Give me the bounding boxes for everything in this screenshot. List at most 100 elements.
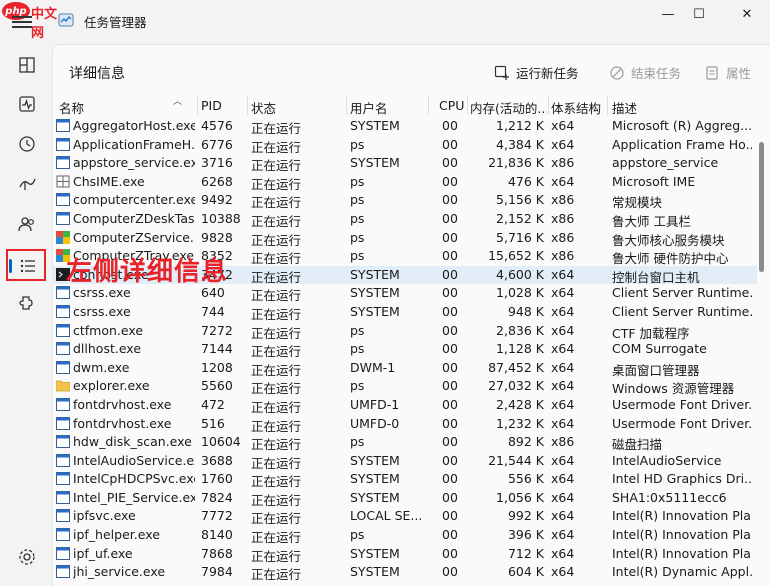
- column-name[interactable]: 名称: [59, 98, 84, 117]
- table-row[interactable]: IntelAudioService.exe 3688 正在运行 SYSTEM 00 21,…: [52, 452, 757, 471]
- cell-cpu: 00: [442, 136, 458, 152]
- cell-mem: 4,384 K: [496, 136, 544, 152]
- scrollbar-thumb[interactable]: [759, 142, 764, 272]
- column-arch[interactable]: 体系结构: [551, 98, 601, 117]
- cell-mem: 2,152 K: [496, 210, 544, 226]
- cell-mem: 948 K: [507, 303, 544, 319]
- cell-desc: 控制台窗口主机: [612, 269, 700, 285]
- table-row[interactable]: fontdrvhost.exe 516 正在运行 UMFD-0 00 1,232 K x64…: [52, 415, 757, 434]
- cell-status: 正在运行: [251, 548, 302, 564]
- cell-mem: 2,836 K: [496, 322, 544, 338]
- table-row[interactable]: jhi_service.exe 7984 正在运行 SYSTEM 00 604 K x64 I…: [52, 563, 757, 582]
- cell-cpu: 00: [442, 415, 458, 431]
- table-row[interactable]: csrss.exe 744 正在运行 SYSTEM 00 948 K x64 Client S…: [52, 303, 757, 322]
- cell-cpu: 00: [442, 527, 458, 543]
- table-row[interactable]: IntelCpHDCPSvc.exe 1760 正在运行 SYSTEM 00 556 K x…: [52, 470, 757, 489]
- cell-cpu: 00: [442, 396, 458, 412]
- column-pid[interactable]: PID: [201, 98, 222, 113]
- cell-user: ps: [350, 229, 365, 245]
- table-row[interactable]: ipf_uf.exe 7868 正在运行 SYSTEM 00 712 K x64 Intel(…: [52, 545, 757, 564]
- cell-desc: Client Server Runtime...: [612, 285, 752, 301]
- table-row[interactable]: fontdrvhost.exe 472 正在运行 UMFD-1 00 2,428 K x64…: [52, 396, 757, 415]
- column-desc[interactable]: 描述: [612, 98, 637, 117]
- column-divider[interactable]: [607, 96, 608, 115]
- table-row[interactable]: ComputerZDeskTas... 10388 正在运行 ps 00 2,152 K x…: [52, 210, 757, 229]
- close-button[interactable]: ✕: [734, 6, 760, 24]
- cell-desc: Intel(R) Dynamic Appl...: [612, 564, 752, 580]
- users-icon[interactable]: [16, 213, 38, 235]
- cell-pid: 5560: [201, 378, 233, 394]
- cell-arch: x64: [551, 489, 575, 505]
- table-row[interactable]: explorer.exe 5560 正在运行 ps 00 27,032 K x64 Windo…: [52, 377, 757, 396]
- end-task-button[interactable]: 结束任务: [609, 63, 681, 82]
- column-divider[interactable]: [428, 96, 429, 115]
- processes-icon[interactable]: [16, 54, 38, 76]
- cell-user: SYSTEM: [350, 285, 400, 301]
- startup-apps-icon[interactable]: [16, 173, 38, 195]
- table-row[interactable]: Intel_PIE_Service.exe 7824 正在运行 SYSTEM 00 1,0…: [52, 489, 757, 508]
- cell-cpu: 00: [442, 452, 458, 468]
- cell-pid: 516: [201, 415, 225, 431]
- column-divider[interactable]: [548, 96, 549, 115]
- watermark-logo: php 中文网: [2, 2, 62, 41]
- cell-desc: Application Frame Ho...: [612, 136, 752, 152]
- table-row[interactable]: ipfsvc.exe 7772 正在运行 LOCAL SE... 00 992 K x64 I…: [52, 507, 757, 526]
- cell-desc: Intel HD Graphics Dri...: [612, 471, 752, 487]
- table-row[interactable]: computercenter.exe 9492 正在运行 ps 00 5,156 K x86…: [52, 191, 757, 210]
- table-row[interactable]: ChsIME.exe 6268 正在运行 ps 00 476 K x64 Microsoft …: [52, 173, 757, 192]
- cell-pid: 7984: [201, 564, 233, 580]
- column-status[interactable]: 状态: [251, 98, 276, 117]
- table-row[interactable]: ApplicationFrameH... 6776 正在运行 ps 00 4,384 K x…: [52, 136, 757, 155]
- cell-cpu: 00: [442, 359, 458, 375]
- cell-arch: x64: [551, 266, 575, 282]
- cell-desc: SHA1:0x5111ecc6: [612, 489, 727, 505]
- cell-mem: 87,452 K: [488, 359, 544, 375]
- column-divider[interactable]: [467, 96, 468, 115]
- minimize-button[interactable]: —: [655, 6, 681, 24]
- hamburger-menu-icon[interactable]: [12, 16, 32, 30]
- cell-name: csrss.exe: [73, 303, 131, 319]
- maximize-button[interactable]: ☐: [686, 6, 712, 24]
- process-window-icon: [56, 472, 70, 486]
- cell-cpu: 00: [442, 322, 458, 338]
- table-row[interactable]: ipf_helper.exe 8140 正在运行 ps 00 396 K x64 Intel(…: [52, 526, 757, 545]
- cell-status: 正在运行: [251, 418, 302, 434]
- cell-user: ps: [350, 248, 365, 264]
- column-memory[interactable]: 内存(活动的...: [470, 98, 547, 117]
- process-window-icon: [56, 453, 70, 467]
- vertical-scrollbar[interactable]: [757, 96, 767, 581]
- table-row[interactable]: dwm.exe 1208 正在运行 DWM-1 00 87,452 K x64 桌面窗口管理器: [52, 359, 757, 378]
- cell-mem: 712 K: [507, 545, 544, 561]
- column-user[interactable]: 用户名: [350, 98, 388, 117]
- column-divider[interactable]: [197, 96, 198, 115]
- table-row[interactable]: AggregatorHost.exe 4576 正在运行 SYSTEM 00 1,212 …: [52, 117, 757, 136]
- column-divider[interactable]: [247, 96, 248, 115]
- cell-user: SYSTEM: [350, 266, 400, 282]
- services-icon[interactable]: [16, 292, 38, 314]
- column-divider[interactable]: [346, 96, 347, 115]
- details-nav-highlight[interactable]: [6, 249, 46, 281]
- table-row[interactable]: dllhost.exe 7144 正在运行 ps 00 1,128 K x64 COM Sur…: [52, 340, 757, 359]
- table-row[interactable]: ComputerZService.... 9828 正在运行 ps 00 5,716 K x…: [52, 229, 757, 248]
- app-history-icon[interactable]: [16, 133, 38, 155]
- cell-status: 正在运行: [251, 139, 302, 155]
- cell-cpu: 00: [442, 210, 458, 226]
- table-header: ︿ 名称 PID 状态 用户名 CPU 内存(活动的... 体系结构 描述: [52, 96, 757, 116]
- cell-mem: 2,428 K: [496, 396, 544, 412]
- performance-icon[interactable]: [16, 93, 38, 115]
- sort-ascending-icon: ︿: [173, 97, 183, 107]
- process-window-icon: [56, 509, 70, 523]
- cell-arch: x64: [551, 415, 575, 431]
- settings-gear-icon[interactable]: [16, 546, 38, 568]
- column-cpu[interactable]: CPU: [439, 98, 464, 113]
- table-row[interactable]: ctfmon.exe 7272 正在运行 ps 00 2,836 K x64 CTF 加载程序: [52, 322, 757, 341]
- process-window-icon: [56, 211, 70, 225]
- cell-desc: Usermode Font Driver...: [612, 415, 752, 431]
- table-row[interactable]: appstore_service.exe 3716 正在运行 SYSTEM 00 21,8…: [52, 154, 757, 173]
- cell-cpu: 00: [442, 508, 458, 524]
- table-row[interactable]: hdw_disk_scan.exe 10604 正在运行 ps 00 892 K x86 磁盘…: [52, 433, 757, 452]
- run-new-task-button[interactable]: 运行新任务: [494, 63, 579, 82]
- selection-indicator: [9, 259, 12, 273]
- cell-desc: 桌面窗口管理器: [612, 362, 700, 378]
- properties-button[interactable]: 属性: [704, 63, 751, 82]
